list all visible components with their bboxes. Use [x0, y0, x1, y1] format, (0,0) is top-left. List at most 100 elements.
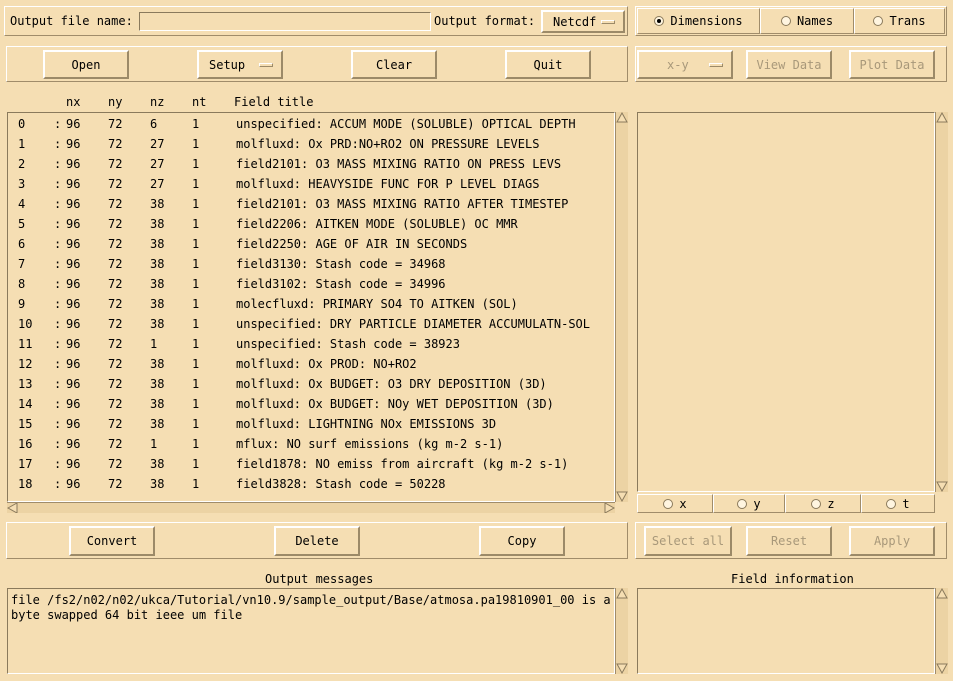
table-row[interactable]: 18:96 72 38 1 field3828: Stash code = 50228 [8, 474, 608, 494]
row-separator: : [54, 317, 62, 331]
output-messages-box[interactable]: file /fs2/n02/n02/ukca/Tutorial/vn10.9/s… [7, 588, 615, 674]
scroll-down-icon[interactable] [936, 480, 948, 492]
scroll-left-icon[interactable] [7, 503, 19, 513]
row-nz: 27 [150, 177, 165, 191]
row-idx: 10 [18, 317, 33, 331]
row-ny: 72 [108, 417, 123, 431]
radio-trans[interactable]: Trans [854, 8, 945, 34]
row-nt: 1 [192, 437, 200, 451]
plot-data-button[interactable]: Plot Data [849, 50, 935, 79]
table-row[interactable]: 12:96 72 38 1 molfluxd: Ox PROD: NO+RO2 [8, 354, 608, 374]
scroll-up-icon[interactable] [616, 588, 628, 600]
row-idx: 14 [18, 397, 33, 411]
radio-dim-y[interactable]: y [713, 494, 785, 513]
row-ny: 72 [108, 457, 123, 471]
row-nt: 1 [192, 317, 200, 331]
radio-dim-t-label: t [902, 496, 910, 511]
scroll-right-icon[interactable] [603, 503, 615, 513]
row-ny: 72 [108, 337, 123, 351]
field-information-vscrollbar[interactable] [935, 588, 948, 674]
table-row[interactable]: 8:96 72 38 1 field3102: Stash code = 34996 [8, 274, 608, 294]
radio-names[interactable]: Names [760, 8, 854, 34]
open-button[interactable]: Open [43, 50, 129, 79]
setup-label: Setup [209, 57, 246, 72]
radio-unselected-icon [737, 498, 748, 509]
table-row[interactable]: 5:96 72 38 1 field2206: AITKEN MODE (SOLUBLE… [8, 214, 608, 234]
output-file-input[interactable] [139, 12, 431, 31]
row-separator: : [54, 437, 62, 451]
radio-names-label: Names [796, 14, 834, 28]
field-information-box[interactable] [637, 588, 935, 674]
output-file-text[interactable] [140, 13, 430, 30]
table-row[interactable]: 1:96 72 27 1 molfluxd: Ox PRD:NO+RO2 ON PRES… [8, 134, 608, 154]
table-row[interactable]: 6:96 72 38 1 field2250: AGE OF AIR IN SECOND… [8, 234, 608, 254]
row-title: unspecified: ACCUM MODE (SOLUBLE) OPTICA… [236, 117, 576, 131]
table-row[interactable]: 13:96 72 38 1 molfluxd: Ox BUDGET: O3 DRY DE… [8, 374, 608, 394]
radio-dim-z[interactable]: z [785, 494, 861, 513]
row-nx: 96 [66, 217, 81, 231]
row-nx: 96 [66, 417, 81, 431]
row-ny: 72 [108, 117, 123, 131]
field-list[interactable]: 0:96 72 6 1 unspecified: ACCUM MODE (SOLUBLE… [7, 112, 615, 502]
row-ny: 72 [108, 137, 123, 151]
table-row[interactable]: 16:96 72 1 1 mflux: NO surf emissions (kg m-… [8, 434, 608, 454]
row-separator: : [54, 417, 62, 431]
table-row[interactable]: 4:96 72 38 1 field2101: O3 MASS MIXING RATIO… [8, 194, 608, 214]
radio-dim-x[interactable]: x [637, 494, 713, 513]
row-nz: 38 [150, 377, 165, 391]
table-row[interactable]: 11:96 72 1 1 unspecified: Stash code = 38923 [8, 334, 608, 354]
radio-dim-t[interactable]: t [861, 494, 935, 513]
select-all-button[interactable]: Select all [644, 526, 732, 556]
output-file-label: Output file name: [10, 14, 133, 28]
radio-dimensions[interactable]: Dimensions [637, 8, 760, 34]
field-list-vscrollbar[interactable] [615, 112, 628, 502]
row-title: field2206: AITKEN MODE (SOLUBLE) OC MMR [236, 217, 518, 231]
axes-menu-button[interactable]: x-y [637, 50, 733, 79]
scroll-up-icon[interactable] [936, 588, 948, 600]
apply-button[interactable]: Apply [849, 526, 935, 556]
scroll-down-icon[interactable] [616, 490, 628, 502]
row-ny: 72 [108, 357, 123, 371]
clear-button[interactable]: Clear [351, 50, 437, 79]
scroll-down-icon[interactable] [936, 662, 948, 674]
table-row[interactable]: 7:96 72 38 1 field3130: Stash code = 34968 [8, 254, 608, 274]
table-row[interactable]: 17:96 72 38 1 field1878: NO emiss from aircr… [8, 454, 608, 474]
row-idx: 6 [18, 237, 26, 251]
row-nz: 38 [150, 197, 165, 211]
setup-menu-button[interactable]: Setup [197, 50, 283, 79]
axes-label: x-y [667, 57, 689, 72]
reset-button[interactable]: Reset [746, 526, 832, 556]
field-list-hscrollbar[interactable] [7, 502, 615, 513]
dimension-list-vscrollbar[interactable] [935, 112, 948, 492]
row-separator: : [54, 277, 62, 291]
scroll-up-icon[interactable] [936, 112, 948, 124]
table-row[interactable]: 0:96 72 6 1 unspecified: ACCUM MODE (SOLUBLE… [8, 114, 608, 134]
delete-button[interactable]: Delete [274, 526, 360, 556]
row-title: molfluxd: Ox BUDGET: O3 DRY DEPOSITION (… [236, 377, 547, 391]
table-row[interactable]: 3:96 72 27 1 molfluxd: HEAVYSIDE FUNC FOR P … [8, 174, 608, 194]
radio-dim-x-label: x [679, 496, 687, 511]
table-row[interactable]: 14:96 72 38 1 molfluxd: Ox BUDGET: NOy WET D… [8, 394, 608, 414]
row-nx: 96 [66, 177, 81, 191]
row-nx: 96 [66, 157, 81, 171]
table-row[interactable]: 10:96 72 38 1 unspecified: DRY PARTICLE DIAM… [8, 314, 608, 334]
output-format-menu[interactable]: Netcdf [541, 10, 625, 33]
row-idx: 16 [18, 437, 33, 451]
view-data-button[interactable]: View Data [746, 50, 832, 79]
scroll-down-icon[interactable] [616, 662, 628, 674]
row-nt: 1 [192, 237, 200, 251]
quit-button[interactable]: Quit [505, 50, 591, 79]
row-title: field2250: AGE OF AIR IN SECONDS [236, 237, 468, 251]
table-row[interactable]: 2:96 72 27 1 field2101: O3 MASS MIXING RATIO… [8, 154, 608, 174]
convert-button[interactable]: Convert [69, 526, 155, 556]
row-nz: 38 [150, 477, 165, 491]
row-nt: 1 [192, 337, 200, 351]
scroll-up-icon[interactable] [616, 112, 628, 124]
output-messages-vscrollbar[interactable] [615, 588, 628, 674]
table-row[interactable]: 9:96 72 38 1 molecfluxd: PRIMARY SO4 TO AITK… [8, 294, 608, 314]
copy-button[interactable]: Copy [479, 526, 565, 556]
dimension-list[interactable] [637, 112, 935, 492]
row-nz: 38 [150, 237, 165, 251]
radio-dim-y-label: y [753, 496, 761, 511]
table-row[interactable]: 15:96 72 38 1 molfluxd: LIGHTNING NOx EMISSI… [8, 414, 608, 434]
